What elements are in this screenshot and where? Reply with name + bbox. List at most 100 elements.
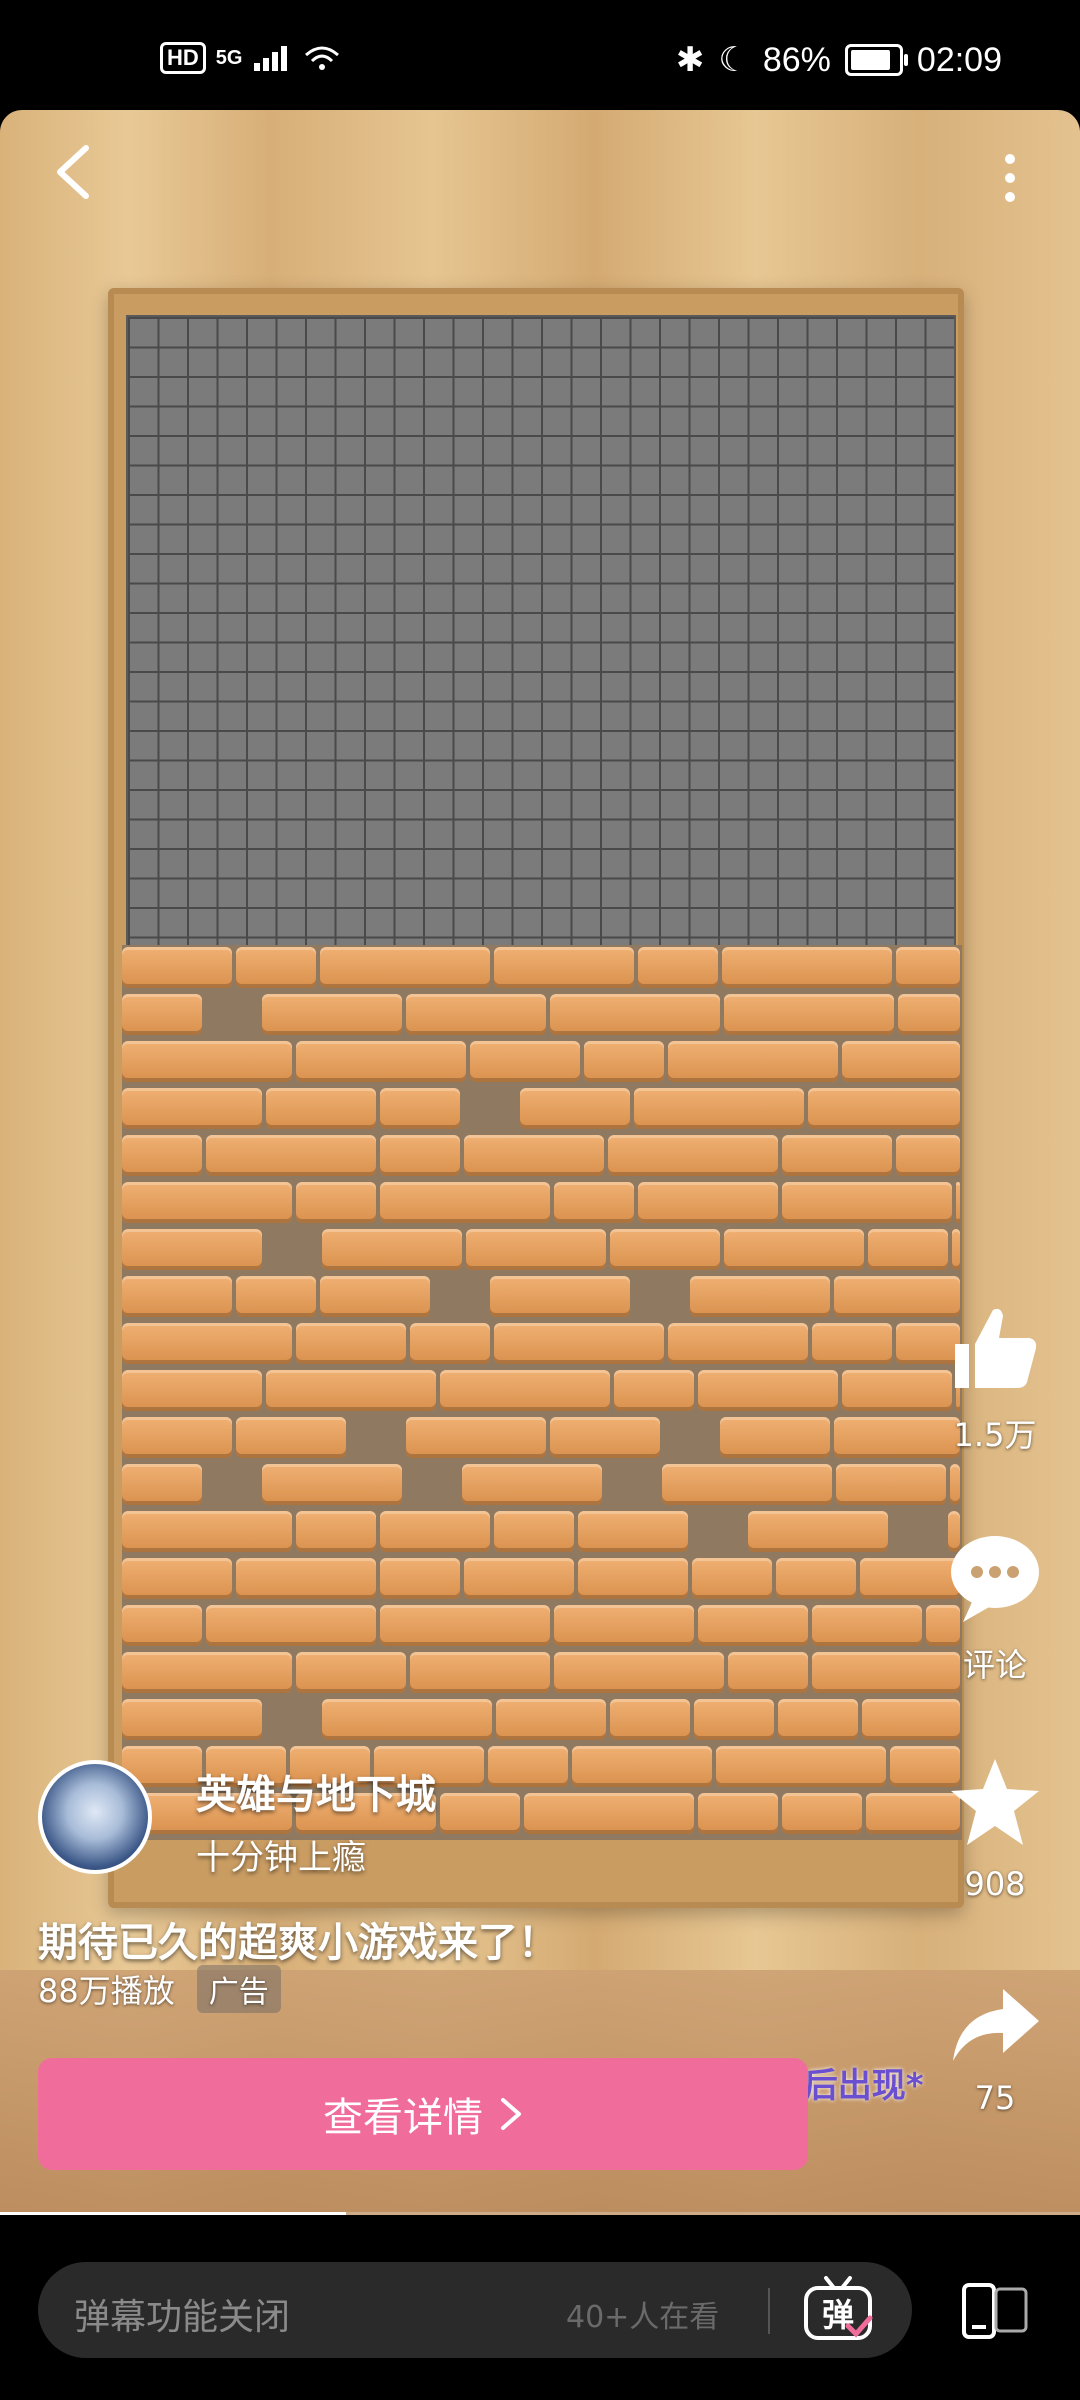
brick <box>410 1652 550 1693</box>
brick <box>952 1229 960 1270</box>
video-player[interactable] <box>0 110 1080 2215</box>
brick <box>320 947 490 988</box>
danmaku-toggle-button[interactable]: 弹 <box>802 2276 874 2344</box>
brick <box>842 1370 952 1411</box>
brick <box>836 1464 946 1505</box>
brick <box>812 1605 922 1646</box>
brick <box>122 1135 202 1176</box>
brick <box>724 994 894 1035</box>
brick <box>262 994 402 1035</box>
signal-icon <box>254 46 288 71</box>
brick <box>728 1652 808 1693</box>
brick <box>698 1605 808 1646</box>
brick <box>236 1417 346 1458</box>
brick <box>262 1464 402 1505</box>
brick <box>956 1182 960 1223</box>
moon-icon: ☾ <box>718 41 749 79</box>
back-button[interactable] <box>50 142 100 202</box>
brick <box>380 1558 460 1599</box>
author-avatar[interactable] <box>38 1760 152 1874</box>
like-button[interactable]: 1.5万 <box>940 1300 1050 1456</box>
brick <box>380 1605 550 1646</box>
brick <box>722 947 892 988</box>
comment-icon <box>951 1536 1039 1622</box>
brick <box>122 1182 292 1223</box>
play-count: 88万播放 <box>38 1972 175 2010</box>
comment-button[interactable]: 评论 <box>940 1530 1050 1686</box>
hd-icon: HD <box>160 42 206 74</box>
favorite-button[interactable]: 908 <box>940 1755 1050 1903</box>
comment-label: 评论 <box>962 1646 1027 1684</box>
brick <box>614 1370 694 1411</box>
brick <box>296 1652 406 1693</box>
brick <box>470 1041 580 1082</box>
brick <box>578 1558 688 1599</box>
battery-percent: 86% <box>762 40 831 79</box>
brick <box>610 1699 690 1740</box>
brick <box>572 1746 712 1787</box>
brick <box>584 1041 664 1082</box>
brick <box>236 1558 376 1599</box>
status-right: ✱ ☾ 86% 02:09 <box>676 40 1002 80</box>
brick <box>464 1135 604 1176</box>
view-details-button[interactable]: 查看详情 <box>38 2058 808 2170</box>
brick <box>122 1464 202 1505</box>
danmaku-toggle-icon: 弹 <box>804 2276 873 2340</box>
brick <box>206 1135 376 1176</box>
screen-rotate-button[interactable] <box>960 2283 1030 2339</box>
brick <box>320 1276 430 1317</box>
game-grid <box>126 315 956 959</box>
brick <box>322 1229 462 1270</box>
brick <box>122 1370 262 1411</box>
brick <box>554 1182 634 1223</box>
brick <box>898 994 960 1035</box>
brick <box>776 1558 856 1599</box>
brick <box>122 1323 292 1364</box>
thumbs-up-icon <box>955 1308 1037 1388</box>
brick <box>266 1370 436 1411</box>
brick <box>862 1699 960 1740</box>
brick <box>950 1464 960 1505</box>
brick <box>296 1511 376 1552</box>
cta-label: 查看详情 <box>323 2095 483 2141</box>
star-icon <box>951 1759 1039 1845</box>
danmaku-input[interactable]: 弹幕功能关闭 40+人在看 弹 <box>38 2262 912 2358</box>
brick <box>494 1511 574 1552</box>
brick <box>690 1276 830 1317</box>
brick <box>896 947 960 988</box>
brick <box>638 947 718 988</box>
brick <box>122 1558 232 1599</box>
more-button[interactable] <box>990 150 1030 210</box>
status-left: HD 5G <box>160 42 342 74</box>
brick <box>868 1229 948 1270</box>
brick <box>842 1041 960 1082</box>
brick <box>122 1088 262 1129</box>
brick <box>440 1370 610 1411</box>
brick <box>490 1276 630 1317</box>
brick <box>122 1605 202 1646</box>
brick <box>466 1229 606 1270</box>
video-meta: 88万播放 广告 <box>38 1965 281 2013</box>
brick <box>380 1511 490 1552</box>
brick <box>494 947 634 988</box>
brick <box>698 1793 778 1834</box>
bluetooth-icon: ✱ <box>675 41 705 79</box>
brick <box>410 1323 490 1364</box>
brick <box>122 1229 262 1270</box>
chevron-right-icon <box>501 2098 521 2130</box>
brick <box>724 1229 864 1270</box>
brick <box>698 1370 838 1411</box>
chevron-left-icon <box>57 145 89 199</box>
brick <box>550 994 720 1035</box>
brick <box>406 994 546 1035</box>
brick <box>554 1652 724 1693</box>
brick <box>778 1699 858 1740</box>
brick <box>296 1041 466 1082</box>
brick <box>554 1605 694 1646</box>
brick <box>440 1793 520 1834</box>
brick <box>236 947 316 988</box>
brick <box>122 1417 232 1458</box>
brick <box>266 1088 376 1129</box>
author-name[interactable]: 英雄与地下城 <box>196 1762 436 1820</box>
danmaku-placeholder: 弹幕功能关闭 <box>74 2297 291 2338</box>
